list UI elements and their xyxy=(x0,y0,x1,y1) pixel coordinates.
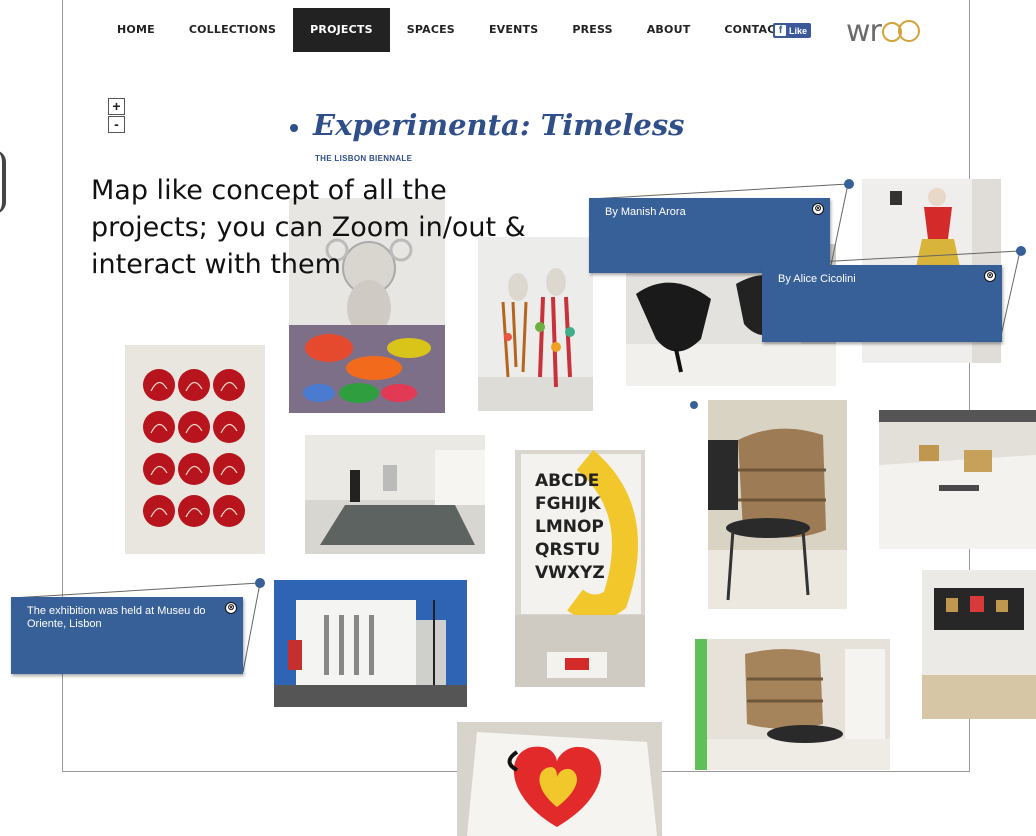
logo-text: wr xyxy=(846,14,882,49)
nav-item-press[interactable]: PRESS xyxy=(555,8,629,52)
poster-letter-row: FGHIJK xyxy=(535,494,601,514)
facebook-icon: f xyxy=(775,25,786,36)
red-plate xyxy=(178,369,210,401)
red-plate xyxy=(143,369,175,401)
photo-tile-museum-building[interactable] xyxy=(274,580,467,707)
left-decoration xyxy=(0,150,6,214)
poster-letter-row: QRSTU xyxy=(535,540,600,560)
map-pin[interactable] xyxy=(255,578,265,588)
logo-ring xyxy=(897,20,920,42)
popup-manish-arora[interactable]: By Manish Arora ⊗ xyxy=(589,198,830,273)
nav-item-home[interactable]: HOME xyxy=(100,8,172,52)
red-plate xyxy=(178,411,210,443)
red-plate xyxy=(143,411,175,443)
poster-letter-row: ABCDE xyxy=(535,471,599,491)
photo-tile-display-tables[interactable] xyxy=(879,410,1036,549)
nav-item-spaces[interactable]: SPACES xyxy=(390,8,472,52)
red-plate xyxy=(143,495,175,527)
red-plate xyxy=(213,369,245,401)
red-plate xyxy=(213,453,245,485)
red-plate xyxy=(178,453,210,485)
nav-item-events[interactable]: EVENTS xyxy=(472,8,555,52)
nav-item-projects[interactable]: PROJECTS xyxy=(293,8,390,52)
photo-tile-typography-poster[interactable]: ABCDE FGHIJK LMNOP QRSTU VWXYZ xyxy=(515,450,645,687)
map-pin[interactable] xyxy=(1016,246,1026,256)
main-nav: HOME COLLECTIONS PROJECTS SPACES EVENTS PRESS… xyxy=(100,8,800,52)
page-title: Experimenta: Timeless xyxy=(313,108,685,142)
poster-letter-row: LMNOP xyxy=(535,517,604,537)
popup-museum-location[interactable]: The exhibition was held at Museu do Orie… xyxy=(11,597,243,674)
photo-tile-quilted-chair[interactable] xyxy=(708,400,847,609)
nav-item-collections[interactable]: COLLECTIONS xyxy=(172,8,293,52)
popup-text: By Alice Cicolini xyxy=(778,273,856,285)
photo-tile-quilted-chair-2[interactable] xyxy=(695,639,890,770)
facebook-like-label: Like xyxy=(789,25,808,36)
popup-alice-cicolini[interactable]: By Alice Cicolini ⊗ xyxy=(762,265,1002,342)
photo-tile-red-plates[interactable] xyxy=(125,345,265,554)
site-logo[interactable]: wr xyxy=(846,14,920,49)
zoom-in-button[interactable]: + xyxy=(108,98,125,115)
red-plate xyxy=(178,495,210,527)
popup-text: The exhibition was held at Museu do Orie… xyxy=(27,605,206,630)
facebook-like-button[interactable]: f Like xyxy=(773,23,812,38)
zoom-out-button[interactable]: - xyxy=(108,116,125,133)
close-icon[interactable]: ⊗ xyxy=(984,270,996,282)
red-plate xyxy=(213,411,245,443)
title-bullet xyxy=(290,124,298,132)
map-pin[interactable] xyxy=(844,179,854,189)
photo-tile-heart-book[interactable] xyxy=(457,722,662,836)
photo-tile-gallery-carpet[interactable] xyxy=(305,435,485,554)
nav-item-about[interactable]: ABOUT xyxy=(630,8,708,52)
page-subtitle: THE LISBON BIENNALE xyxy=(315,154,413,163)
poster-letter-row: VWXYZ xyxy=(535,563,605,583)
annotation-note: Map like concept of all the projects; yo… xyxy=(91,175,526,280)
red-plate xyxy=(213,495,245,527)
close-icon[interactable]: ⊗ xyxy=(812,203,824,215)
red-plate xyxy=(143,453,175,485)
popup-text: By Manish Arora xyxy=(605,206,686,218)
map-pin[interactable] xyxy=(690,401,698,409)
close-icon[interactable]: ⊗ xyxy=(225,602,237,614)
photo-tile-wall-exhibit[interactable] xyxy=(914,570,1036,719)
